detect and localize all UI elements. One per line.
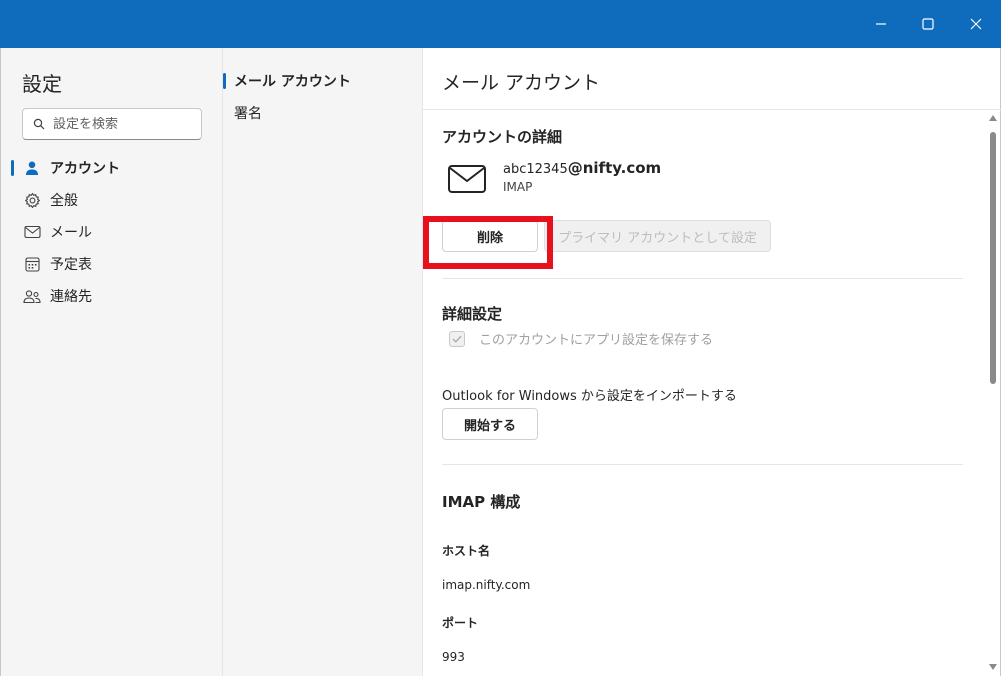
sidebar-item-account[interactable]: アカウント xyxy=(1,152,223,184)
start-import-button[interactable]: 開始する xyxy=(442,408,538,440)
section-divider xyxy=(442,278,963,279)
account-subnav: メール アカウント 署名 xyxy=(222,48,422,676)
settings-content: メール アカウント アカウントの詳細 abc12345@nifty.com IM… xyxy=(422,48,1001,676)
settings-title: 設定 xyxy=(22,72,62,96)
account-email-domain: @nifty.com xyxy=(567,159,662,177)
account-details-heading: アカウントの詳細 xyxy=(442,128,563,146)
sidebar-item-general[interactable]: 全般 xyxy=(1,184,223,216)
account-email-user: abc12345 xyxy=(503,162,568,177)
set-primary-account-button[interactable]: プライマリ アカウントとして設定 xyxy=(544,220,771,252)
account-summary: abc12345@nifty.com IMAP xyxy=(445,159,661,199)
settings-sidebar: 設定 アカウント 全般 メール 予定表 xyxy=(0,48,222,676)
mail-icon xyxy=(23,223,41,241)
person-icon xyxy=(23,159,41,177)
scroll-down-icon[interactable] xyxy=(989,664,997,670)
scroll-up-icon[interactable] xyxy=(989,115,997,121)
sidebar-item-mail[interactable]: メール xyxy=(1,216,223,248)
settings-search-input[interactable] xyxy=(53,116,193,132)
checkbox-label: このアカウントにアプリ設定を保存する xyxy=(479,333,714,348)
account-email: abc12345@nifty.com xyxy=(503,159,661,177)
sidebar-item-label: アカウント xyxy=(50,161,120,177)
account-type: IMAP xyxy=(503,180,533,194)
save-app-settings-checkbox[interactable]: このアカウントにアプリ設定を保存する xyxy=(449,329,713,348)
people-icon xyxy=(23,287,41,305)
subnav-item-label: メール アカウント xyxy=(234,74,351,90)
imap-config-heading: IMAP 構成 xyxy=(442,493,521,511)
sidebar-item-label: 予定表 xyxy=(50,257,92,273)
sidebar-item-label: メール xyxy=(50,225,92,241)
envelope-icon xyxy=(445,159,489,199)
subnav-item-label: 署名 xyxy=(234,106,262,122)
advanced-settings-heading: 詳細設定 xyxy=(442,305,503,323)
section-divider xyxy=(442,464,963,465)
maximize-icon xyxy=(922,18,934,30)
port-value: 993 xyxy=(442,650,465,664)
sidebar-item-calendar[interactable]: 予定表 xyxy=(1,248,223,280)
minimize-icon xyxy=(876,23,886,25)
import-settings-text: Outlook for Windows から設定をインポートする xyxy=(442,389,737,404)
sidebar-item-label: 全般 xyxy=(50,193,78,209)
subnav-item-mail-accounts[interactable]: メール アカウント xyxy=(223,65,423,97)
settings-search-box[interactable] xyxy=(22,108,202,140)
sidebar-item-contacts[interactable]: 連絡先 xyxy=(1,280,223,312)
calendar-icon xyxy=(23,255,41,273)
page-title: メール アカウント xyxy=(442,72,601,94)
close-button[interactable] xyxy=(960,8,992,40)
port-label: ポート xyxy=(442,616,479,630)
content-scrollbar[interactable] xyxy=(985,110,1001,676)
scrollbar-thumb[interactable] xyxy=(990,132,996,384)
checkmark-icon xyxy=(449,330,465,347)
subnav-item-signature[interactable]: 署名 xyxy=(223,97,423,129)
search-icon xyxy=(33,118,45,130)
content-header: メール アカウント xyxy=(423,48,1001,110)
title-bar xyxy=(0,0,1001,48)
gear-icon xyxy=(23,191,41,209)
host-name-label: ホスト名 xyxy=(442,544,491,558)
host-name-value: imap.nifty.com xyxy=(442,578,531,592)
highlight-box xyxy=(423,216,553,269)
maximize-button[interactable] xyxy=(912,8,944,40)
close-icon xyxy=(970,18,982,30)
minimize-button[interactable] xyxy=(865,8,897,40)
sidebar-item-label: 連絡先 xyxy=(50,289,92,305)
settings-nav-list: アカウント 全般 メール 予定表 連絡先 xyxy=(1,152,223,312)
